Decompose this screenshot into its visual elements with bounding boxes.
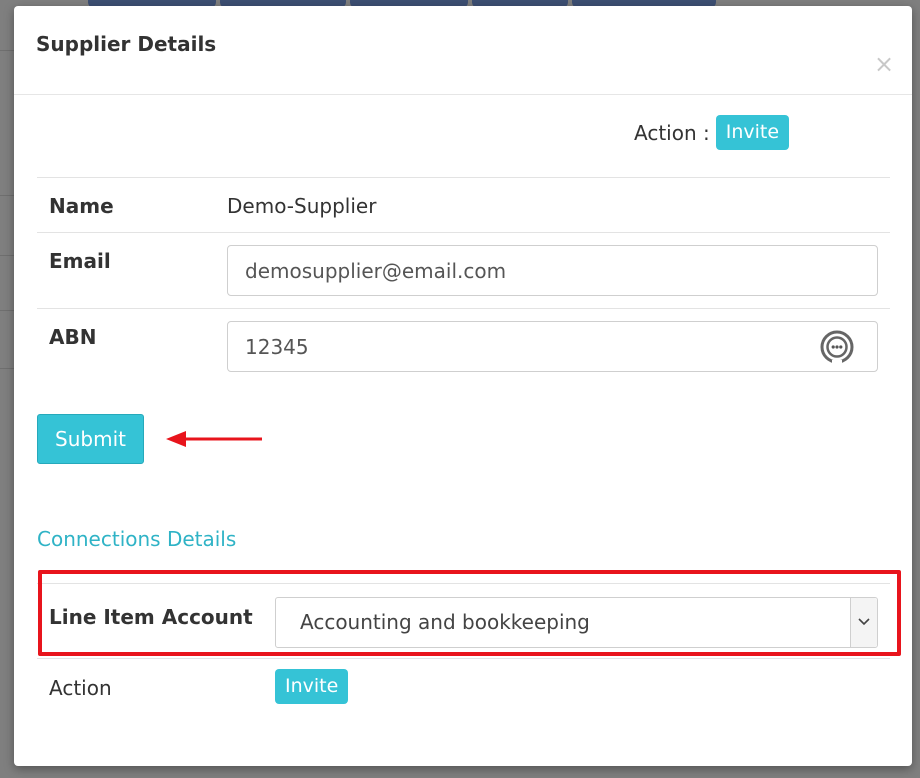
email-label: Email [49, 249, 111, 273]
chevron-down-icon [858, 618, 870, 626]
invite-badge[interactable]: Invite [715, 115, 790, 150]
name-value: Demo-Supplier [227, 194, 377, 218]
header-action-row: Action : Invite [634, 115, 790, 150]
select-dropdown-button[interactable] [850, 598, 877, 647]
connections-details-title: Connections Details [37, 527, 237, 551]
table-row-name: Name Demo-Supplier [37, 177, 890, 232]
close-icon[interactable]: × [872, 52, 896, 76]
background-divider [0, 255, 14, 256]
line-item-account-select[interactable]: Accounting and bookkeeping [275, 597, 878, 648]
supplier-details-modal: Supplier Details × Action : Invite Name … [14, 6, 912, 766]
background-divider [0, 310, 14, 311]
abn-label: ABN [49, 325, 97, 349]
supplier-details-table: Name Demo-Supplier Email ABN [37, 177, 890, 384]
table-row-line-item-account: Line Item Account Accounting and bookkee… [37, 583, 890, 659]
table-row-email: Email [37, 232, 890, 308]
password-manager-icon[interactable] [819, 329, 855, 365]
table-row-abn: ABN [37, 308, 890, 384]
connections-table: Line Item Account Accounting and bookkee… [37, 583, 890, 713]
connection-invite-badge[interactable]: Invite [275, 669, 349, 704]
modal-header: Supplier Details × [14, 6, 912, 95]
line-item-account-value: Accounting and bookkeeping [300, 610, 590, 634]
modal-title: Supplier Details [36, 32, 217, 56]
background-divider [0, 368, 14, 369]
line-item-account-label: Line Item Account [49, 605, 253, 629]
email-input[interactable] [227, 245, 878, 296]
connection-action-label: Action [49, 676, 112, 700]
action-label: Action : [634, 120, 710, 145]
table-row-connection-action: Action Invite [37, 659, 890, 713]
abn-input[interactable] [227, 321, 878, 372]
submit-button[interactable]: Submit [37, 414, 144, 464]
name-label: Name [49, 194, 114, 218]
background-divider [0, 50, 14, 51]
arrow-left-icon [166, 431, 262, 447]
background-divider [0, 195, 14, 196]
